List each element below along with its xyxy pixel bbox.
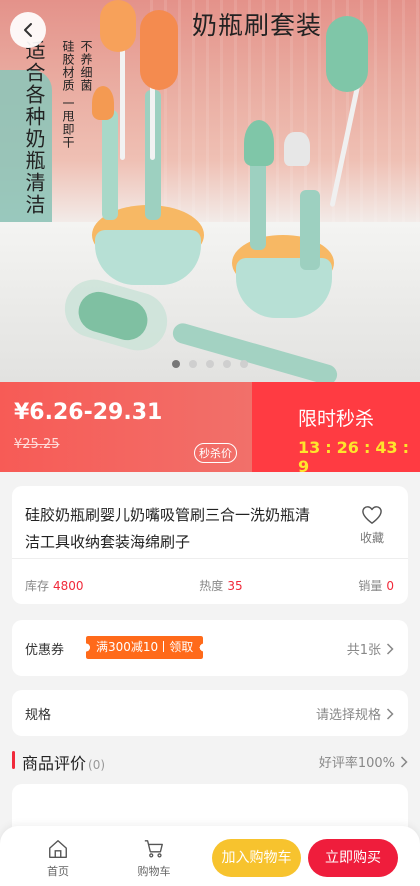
hero-vertical-sub-1: 硅胶材质 一甩即干	[61, 40, 75, 149]
review-count: (0)	[88, 758, 106, 772]
review-title: 商品评价 (0)	[22, 750, 105, 774]
hero-vertical-slogan: 适合各种奶瓶清洁	[22, 40, 46, 216]
review-rate-text: 好评率100%	[318, 756, 395, 771]
nav-home[interactable]: 首页	[28, 838, 88, 879]
stat-value: 0	[386, 579, 394, 593]
review-section-header: 商品评价 (0) 好评率100%	[12, 748, 408, 774]
flash-sale-title: 限时秒杀	[297, 408, 374, 430]
carousel-dot[interactable]	[240, 360, 248, 368]
countdown-fraction: 9	[298, 457, 310, 476]
nav-home-label: 首页	[47, 865, 69, 878]
favorite-label: 收藏	[359, 531, 384, 545]
countdown-hours: 13	[298, 438, 321, 457]
home-icon	[49, 840, 67, 858]
right-brush-head-2	[244, 120, 274, 166]
stat-label: 热度	[199, 579, 224, 593]
coupon-claim-action[interactable]: 领取	[169, 640, 193, 654]
price-range: ¥6.26-29.31	[14, 400, 163, 425]
coupon-count-text: 共1张	[346, 643, 381, 658]
stat-label: 库存	[25, 579, 50, 593]
chevron-right-icon	[386, 642, 394, 655]
product-info-card: 硅胶奶瓶刷婴儿奶嘴吸管刷三合一洗奶瓶清洁工具收纳套装海绵刷子 收藏 库存 4800…	[12, 486, 408, 604]
countdown-separator: :	[363, 438, 371, 457]
hero-table-surface	[0, 222, 420, 382]
coupon-label: 优惠券	[25, 643, 65, 658]
coupon-ticket-separator	[163, 641, 165, 652]
back-arrow-icon	[24, 23, 32, 37]
review-title-text: 商品评价	[22, 754, 87, 773]
left-brush-head-1	[100, 0, 136, 52]
hero-title-text: 奶瓶刷套装	[192, 11, 323, 40]
coupon-row[interactable]: 优惠券 满300减10 领取 共1张	[12, 620, 408, 676]
stat-value: 35	[227, 579, 243, 593]
right-brush-head-1	[326, 16, 368, 92]
buy-now-button[interactable]: 立即购买	[308, 839, 398, 877]
chevron-right-icon	[400, 755, 408, 768]
stat-label: 销量	[358, 579, 383, 593]
divider	[12, 558, 408, 559]
countdown-separator: :	[402, 438, 410, 457]
carousel-indicator	[0, 360, 420, 368]
heart-outline-icon	[362, 506, 382, 524]
countdown-separator: :	[325, 438, 332, 457]
product-title: 硅胶奶瓶刷婴儿奶嘴吸管刷三合一洗奶瓶清洁工具收纳套装海绵刷子	[25, 506, 311, 551]
carousel-dot[interactable]	[189, 360, 197, 368]
chevron-right-icon	[386, 707, 394, 720]
carousel-dot[interactable]	[206, 360, 214, 368]
coupon-ticket[interactable]: 满300减10 领取	[86, 636, 204, 659]
flash-sale-section: 限时秒杀 13:26:43:9	[252, 382, 420, 476]
favorite-button[interactable]: 收藏	[354, 505, 390, 546]
section-accent-bar	[12, 751, 15, 769]
product-stats: 库存 4800 热度 35 销量 0	[25, 577, 394, 594]
stat-sales: 销量 0	[358, 577, 394, 594]
left-brush-head-2	[140, 10, 178, 90]
left-brush-wire-1	[120, 40, 125, 160]
nav-cart[interactable]: 购物车	[124, 838, 184, 879]
countdown-seconds: 43	[375, 438, 398, 457]
seckill-price-badge: 秒杀价	[194, 443, 237, 463]
countdown-timer: 13:26:43:9	[298, 438, 420, 476]
spec-label: 规格	[25, 708, 52, 723]
cart-icon	[144, 840, 163, 858]
countdown-minutes: 26	[336, 438, 359, 457]
bottom-action-bar: 首页 购物车 加入购物车 立即购买	[0, 826, 420, 886]
carousel-dot[interactable]	[172, 360, 180, 368]
product-image-carousel[interactable]: 奶瓶刷套装 适合各种奶瓶清洁 硅胶材质 一甩即干 不养细菌	[0, 0, 420, 382]
flash-sale-price-bar: ¥6.26-29.31 ¥25.25 秒杀价 限时秒杀 13:26:43:9	[0, 382, 420, 476]
back-button[interactable]	[10, 12, 46, 48]
stat-value: 4800	[53, 579, 84, 593]
stat-stock: 库存 4800	[25, 577, 84, 594]
spec-row[interactable]: 规格 请选择规格	[12, 690, 408, 736]
coupon-ticket-text: 满300减10	[96, 640, 159, 654]
hero-vertical-sub-2: 不养细菌	[79, 40, 93, 92]
nav-cart-label: 购物车	[137, 865, 171, 878]
carousel-dot[interactable]	[223, 360, 231, 368]
spec-select[interactable]: 请选择规格	[316, 704, 394, 723]
stat-popularity: 热度 35	[199, 577, 242, 594]
original-price: ¥25.25	[14, 437, 60, 452]
left-stand-base	[95, 230, 201, 285]
price-section: ¥6.26-29.31 ¥25.25 秒杀价	[0, 382, 252, 472]
add-to-cart-button[interactable]: 加入购物车	[212, 839, 301, 877]
spec-placeholder: 请选择规格	[315, 708, 381, 723]
review-rate-link[interactable]: 好评率100%	[319, 752, 408, 771]
right-stand-stem-2	[300, 190, 320, 270]
left-brush-head-3	[92, 86, 114, 120]
left-stand-stem-1	[102, 110, 118, 220]
nipple-brush-head	[284, 132, 310, 166]
right-stand-stem-1	[250, 160, 266, 250]
coupon-count[interactable]: 共1张	[347, 639, 394, 658]
